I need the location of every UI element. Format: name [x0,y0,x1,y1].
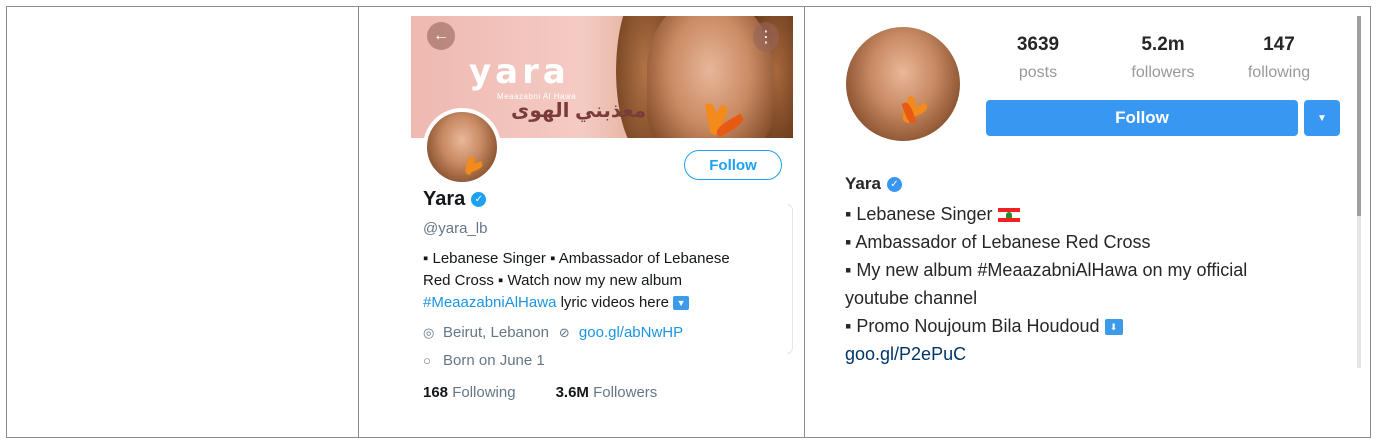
empty-cell [7,7,358,437]
bio-line: Red Cross ▪ Watch now my new album [423,272,683,289]
display-name: Yara ✓ [845,174,902,194]
bio-line: ▪ My new album #MeaazabniAlHawa on my of… [845,260,1248,280]
avatar[interactable] [423,108,501,186]
column-divider [804,7,805,437]
more-options-icon[interactable]: ⋮ [753,22,779,52]
bio: ▪ Lebanese Singer ▪ Ambassador of Lebane… [423,248,783,314]
following-stat[interactable]: 168 Following [423,384,516,401]
bio-line: ▪ Lebanese Singer [845,200,1315,228]
hashtag-link[interactable]: #MeaazabniAlHawa [423,294,556,311]
scrollbar-thumb[interactable] [1357,16,1361,216]
back-arrow-icon[interactable]: ← [427,22,455,50]
banner-arabic-title: معذبني الهوى [511,100,647,122]
profile-meta-birthday: ○ Born on June 1 [423,352,545,369]
birthday-text: Born on June 1 [443,352,545,369]
display-name-text: Yara [423,188,466,210]
bio-line: ▪ Lebanese Singer ▪ Ambassador of Lebane… [423,250,730,267]
bio-line: youtube channel [845,288,978,308]
verified-badge-icon: ✓ [471,192,487,207]
column-divider [358,7,359,437]
location-text: Beirut, Lebanon [443,324,549,341]
banner-logo: yara [469,52,570,92]
followers-label: followers [1131,64,1195,81]
following-stat[interactable]: 147 following [1224,34,1334,82]
followers-count: 5.2m [1141,34,1185,55]
followers-stat[interactable]: 5.2m followers [1108,34,1218,82]
avatar[interactable] [846,27,960,141]
following-label: following [1247,64,1311,81]
bio-line: #MeaazabniAlHawa lyric videos here ▼ [423,292,783,314]
username-handle: @yara_lb [423,220,488,237]
chevron-down-icon[interactable]: ▼ [1304,100,1340,136]
balloon-icon: ○ [423,353,431,368]
profile-meta-location: ◎ Beirut, Lebanon ⊘ goo.gl/abNwHP [423,324,683,341]
down-arrow-emoji-icon: ▼ [673,296,690,311]
scrollbar[interactable] [1357,16,1361,368]
display-name-text: Yara [845,174,881,193]
follow-button[interactable]: Follow [684,150,782,180]
posts-label: posts [1018,64,1058,81]
website-link[interactable]: goo.gl/abNwHP [579,324,683,341]
posts-stat: 3639 posts [983,34,1093,82]
location-pin-icon: ◎ [423,324,435,340]
card-edge [787,204,793,354]
verified-badge-icon: ✓ [886,176,902,192]
followers-stat[interactable]: 3.6M Followers [556,384,658,401]
twitter-profile-card: yara Meaazabni Al Hawa معذبني الهوى ← ⋮ … [411,16,795,416]
instagram-profile-card: 3639 posts 5.2m followers 147 following … [843,16,1361,376]
bio: ▪ Lebanese Singer ▪ Ambassador of Lebane… [845,200,1315,368]
posts-count: 3639 [1016,34,1060,55]
down-arrow-emoji-icon: ⬇ [1104,319,1123,336]
follow-stats: 168 Following 3.6M Followers [423,384,657,401]
website-link[interactable]: goo.gl/P2ePuC [845,340,1315,368]
lebanon-flag-icon [997,208,1020,223]
display-name: Yara ✓ [423,188,487,211]
link-icon: ⊘ [558,324,570,340]
following-count: 147 [1263,34,1295,55]
bio-line: ▪ Ambassador of Lebanese Red Cross [845,232,1151,252]
bio-line: ▪ Promo Noujoum Bila Houdoud ⬇ [845,312,1315,340]
follow-button[interactable]: Follow [986,100,1298,136]
